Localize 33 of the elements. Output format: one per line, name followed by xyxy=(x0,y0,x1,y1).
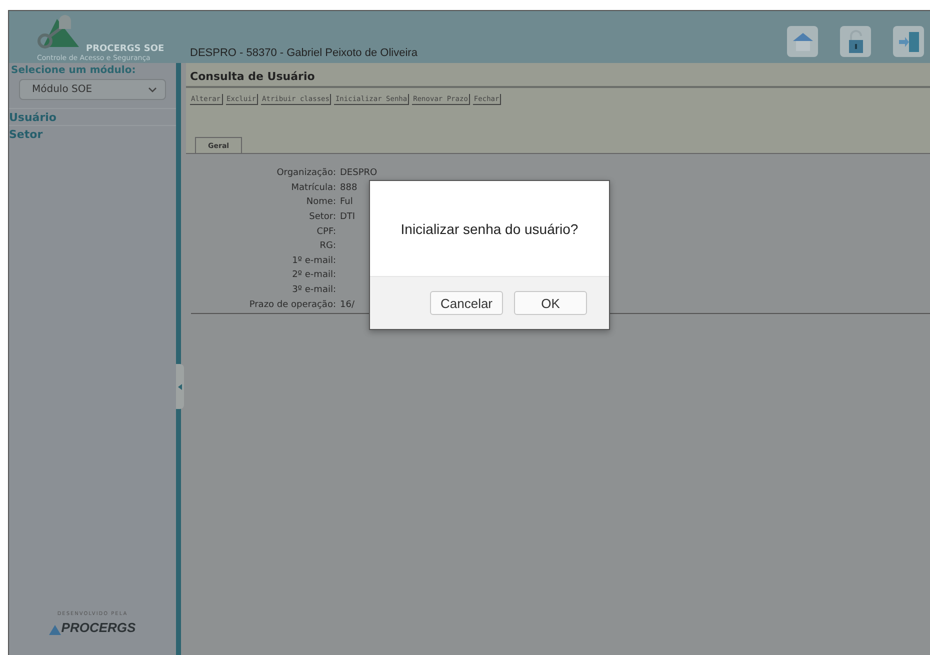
page-title: Consulta de Usuário xyxy=(190,70,316,83)
exit-door-icon[interactable] xyxy=(893,26,924,57)
field-value: Ful xyxy=(340,197,353,208)
field-label: Nome: xyxy=(305,197,336,208)
sidebar-item[interactable]: Setor xyxy=(9,125,176,142)
user-info: DESPRO - 58370 - Gabriel Peixoto de Oliveira xyxy=(190,47,418,59)
chevron-down-icon xyxy=(148,86,157,92)
field-value: 16/ xyxy=(340,300,354,310)
field-value: DTI xyxy=(340,212,356,222)
dialog-message: Inicializar senha do usuário? xyxy=(400,220,578,236)
module-label: Selecione um módulo: xyxy=(11,65,137,76)
dialog-button[interactable]: Cancelar xyxy=(430,291,503,315)
triangle-icon xyxy=(49,625,62,635)
dialog-button[interactable]: OK xyxy=(514,291,587,315)
brand-logo-text: PROCERGS xyxy=(61,620,136,635)
home-icon[interactable] xyxy=(787,26,818,57)
field-value: DESPRO xyxy=(340,168,378,178)
logo-title: PROCERGS SOE xyxy=(86,44,164,54)
sidebar-item[interactable]: Usuário xyxy=(9,108,176,125)
field-label: Prazo de operação: xyxy=(248,300,336,310)
field-label: RG: xyxy=(318,241,336,252)
field-label: Setor: xyxy=(308,212,336,222)
field-value: 888 xyxy=(340,182,358,193)
padlock-icon[interactable] xyxy=(840,26,871,57)
field-label: 2º e-mail: xyxy=(291,270,336,280)
field-label: Organização: xyxy=(276,168,336,178)
field-label: CPF: xyxy=(316,226,336,237)
collapse-handle[interactable] xyxy=(176,364,184,409)
field-label: 1º e-mail: xyxy=(291,256,336,266)
module-select[interactable]: Módulo SOE xyxy=(19,79,166,100)
field-label: 3º e-mail: xyxy=(291,285,336,296)
key-lock-icon xyxy=(35,15,81,49)
field-label: Matrícula: xyxy=(290,182,336,193)
